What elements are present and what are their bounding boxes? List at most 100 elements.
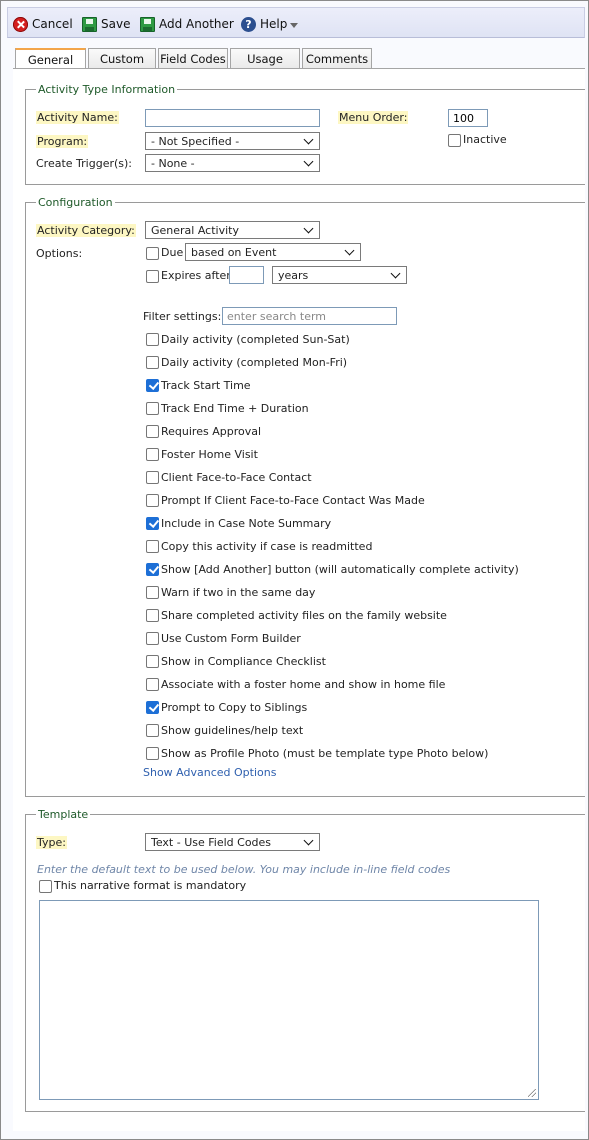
option-checkbox[interactable] xyxy=(146,378,159,392)
tab-general[interactable]: General xyxy=(15,48,86,70)
option-checkbox[interactable] xyxy=(146,539,159,553)
add-another-label: Add Another xyxy=(159,17,234,31)
chevron-down-icon xyxy=(303,223,314,233)
option-row[interactable]: Prompt to Copy to Siblings xyxy=(146,699,307,715)
filter-settings-label: Filter settings: xyxy=(143,310,222,323)
program-select-value: - Not Specified - xyxy=(151,134,240,148)
option-label: Show in Compliance Checklist xyxy=(161,654,326,668)
option-row[interactable]: Client Face-to-Face Contact xyxy=(146,469,312,485)
activity-category-select[interactable]: General Activity xyxy=(145,221,320,239)
expires-amount-input[interactable] xyxy=(229,266,264,284)
toolbar: Cancel Save Add Another ? Help xyxy=(7,7,585,38)
option-checkbox[interactable] xyxy=(146,631,159,645)
activity-category-select-value: General Activity xyxy=(151,223,239,237)
option-checkbox[interactable] xyxy=(146,654,159,668)
save-button[interactable]: Save xyxy=(82,15,130,33)
option-checkbox[interactable] xyxy=(146,562,159,576)
option-row[interactable]: Show as Profile Photo (must be template … xyxy=(146,745,488,761)
option-checkbox[interactable] xyxy=(146,516,159,530)
option-label: Daily activity (completed Sun-Sat) xyxy=(161,332,350,346)
help-icon: ? xyxy=(241,16,256,32)
menu-order-input[interactable] xyxy=(448,109,488,127)
option-label: Track Start Time xyxy=(161,378,251,392)
chevron-down-icon xyxy=(303,835,314,845)
resize-grip-icon[interactable] xyxy=(528,1089,536,1097)
due-label: Due xyxy=(161,246,184,259)
option-checkbox[interactable] xyxy=(146,723,159,737)
option-row[interactable]: Foster Home Visit xyxy=(146,446,258,462)
menu-order-label: Menu Order: xyxy=(338,111,409,124)
option-row[interactable]: Track End Time + Duration xyxy=(146,400,309,416)
save-disk-icon xyxy=(82,16,97,32)
expires-checkbox[interactable] xyxy=(146,270,159,283)
activity-name-input[interactable] xyxy=(145,109,320,127)
option-row[interactable]: Show in Compliance Checklist xyxy=(146,653,326,669)
cancel-button[interactable]: Cancel xyxy=(13,15,73,33)
option-row[interactable]: Warn if two in the same day xyxy=(146,584,315,600)
option-row[interactable]: Daily activity (completed Sun-Sat) xyxy=(146,331,350,347)
option-checkbox[interactable] xyxy=(146,700,159,714)
option-checkbox[interactable] xyxy=(146,355,159,369)
filter-search-input[interactable] xyxy=(222,307,397,325)
add-another-button[interactable]: Add Another xyxy=(140,15,234,33)
options-label: Options: xyxy=(36,247,83,260)
show-advanced-options-link[interactable]: Show Advanced Options xyxy=(143,766,276,779)
save-disk-icon xyxy=(140,16,155,32)
option-row[interactable]: Requires Approval xyxy=(146,423,261,439)
option-row[interactable]: Daily activity (completed Mon-Fri) xyxy=(146,354,347,370)
option-checkbox[interactable] xyxy=(146,585,159,599)
create-trigger-select[interactable]: - None - xyxy=(145,154,320,172)
option-row[interactable]: Include in Case Note Summary xyxy=(146,515,331,531)
option-label: Associate with a foster home and show in… xyxy=(161,677,446,691)
option-row[interactable]: Track Start Time xyxy=(146,377,251,393)
help-menu-button[interactable]: ? Help xyxy=(241,15,299,33)
option-checkbox[interactable] xyxy=(146,332,159,346)
option-label: Requires Approval xyxy=(161,424,262,438)
tab-custom[interactable]: Custom xyxy=(88,48,156,69)
dropdown-caret-icon xyxy=(290,22,299,28)
option-checkbox[interactable] xyxy=(146,608,159,622)
option-row[interactable]: Prompt If Client Face-to-Face Contact Wa… xyxy=(146,492,425,508)
mandatory-narrative-checkbox[interactable] xyxy=(39,880,52,893)
template-hint-text: Enter the default text to be used below.… xyxy=(37,863,451,876)
due-based-on-select[interactable]: based on Event xyxy=(185,243,361,261)
option-checkbox[interactable] xyxy=(146,470,159,484)
option-row[interactable]: Use Custom Form Builder xyxy=(146,630,301,646)
option-checkbox[interactable] xyxy=(146,401,159,415)
activity-type-legend: Activity Type Information xyxy=(38,83,176,96)
option-checkbox[interactable] xyxy=(146,677,159,691)
cancel-label: Cancel xyxy=(32,17,73,31)
option-row[interactable]: Show [Add Another] button (will automati… xyxy=(146,561,519,577)
option-checkbox[interactable] xyxy=(146,493,159,507)
option-row[interactable]: Share completed activity files on the fa… xyxy=(146,607,447,623)
template-default-text-area[interactable] xyxy=(39,900,539,1100)
option-label: Include in Case Note Summary xyxy=(161,516,332,530)
template-type-select[interactable]: Text - Use Field Codes xyxy=(145,833,320,851)
template-type-label: Type: xyxy=(36,836,67,849)
create-trigger-select-value: - None - xyxy=(151,156,195,170)
inactive-checkbox[interactable] xyxy=(448,134,461,147)
inactive-label: Inactive xyxy=(463,133,507,146)
mandatory-narrative-label: This narrative format is mandatory xyxy=(54,879,247,892)
chevron-down-icon xyxy=(303,134,314,144)
due-checkbox[interactable] xyxy=(146,247,159,260)
option-row[interactable]: Show guidelines/help text xyxy=(146,722,303,738)
option-label: Use Custom Form Builder xyxy=(161,631,301,645)
program-select[interactable]: - Not Specified - xyxy=(145,132,320,150)
tab-field-codes[interactable]: Field Codes xyxy=(158,48,228,69)
option-label: Foster Home Visit xyxy=(161,447,258,461)
tab-usage[interactable]: Usage xyxy=(230,48,300,69)
configuration-legend: Configuration xyxy=(38,196,113,209)
window-frame: Cancel Save Add Another ? Help General C… xyxy=(0,0,589,1140)
option-checkbox[interactable] xyxy=(146,447,159,461)
create-trigger-label: Create Trigger(s): xyxy=(36,157,133,170)
option-checkbox[interactable] xyxy=(146,746,159,760)
expires-unit-select[interactable]: years xyxy=(272,266,407,284)
option-label: Track End Time + Duration xyxy=(161,401,309,415)
option-row[interactable]: Associate with a foster home and show in… xyxy=(146,676,445,692)
cancel-icon xyxy=(13,16,28,32)
tab-comments[interactable]: Comments xyxy=(302,48,372,69)
option-checkbox[interactable] xyxy=(146,424,159,438)
option-row[interactable]: Copy this activity if case is readmitted xyxy=(146,538,372,554)
option-label: Share completed activity files on the fa… xyxy=(161,608,447,622)
